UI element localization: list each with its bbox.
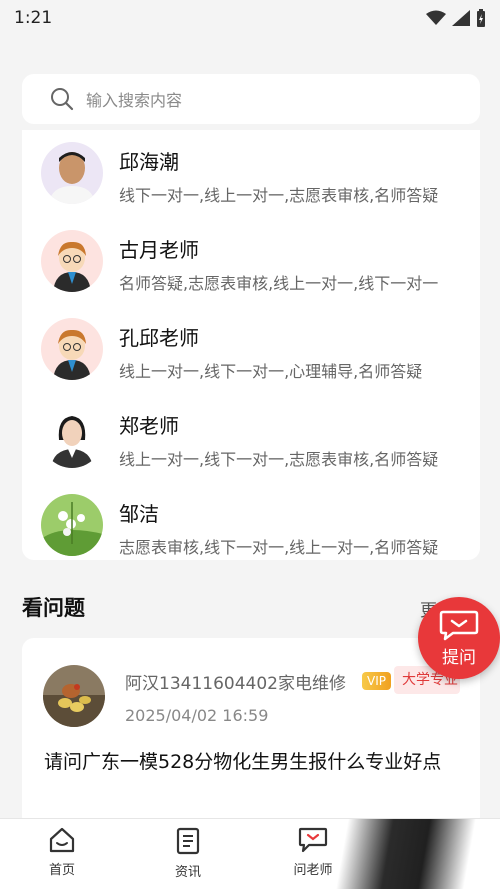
- question-username: 阿汉13411604402家电维修: [125, 674, 346, 694]
- teacher-avatar: [41, 494, 103, 556]
- wifi-icon: [426, 10, 446, 25]
- teacher-avatar: [41, 142, 103, 204]
- teacher-tags: 名师答疑,志愿表审核,线上一对一,线下一对一: [119, 274, 439, 293]
- search-placeholder: 输入搜索内容: [86, 91, 183, 110]
- vip-badge: VIP: [362, 672, 391, 690]
- teacher-item[interactable]: 邱海潮 线下一对一,线上一对一,志愿表审核,名师答疑: [22, 136, 480, 224]
- teacher-name: 孔邱老师: [119, 326, 199, 350]
- teacher-item[interactable]: 古月老师 名师答疑,志愿表审核,线上一对一,线下一对一: [22, 224, 480, 312]
- teacher-avatar: [41, 230, 103, 292]
- teacher-tags: 志愿表审核,线下一对一,线上一对一,名师答疑: [119, 538, 439, 557]
- teacher-tags: 线上一对一,线下一对一,心理辅导,名师答疑: [119, 362, 423, 381]
- nav-news[interactable]: 资讯: [143, 827, 233, 880]
- ask-label: 提问: [442, 647, 476, 668]
- status-icons: [426, 9, 486, 27]
- teacher-list: 邱海潮 线下一对一,线上一对一,志愿表审核,名师答疑 古月老师 名师答疑,志愿表…: [22, 130, 480, 560]
- nav-news-label: 资讯: [174, 865, 201, 880]
- search-icon: [51, 88, 74, 111]
- question-time: 2025/04/02 16:59: [125, 706, 269, 725]
- home-icon: [49, 827, 75, 853]
- teacher-name: 古月老师: [119, 238, 199, 262]
- news-icon: [176, 827, 200, 855]
- chat-icon: [298, 827, 328, 853]
- nav-ask-teacher[interactable]: 问老师: [268, 827, 358, 878]
- bottom-nav: 首页 资讯 问老师: [0, 818, 500, 889]
- teacher-avatar: [41, 406, 103, 468]
- teacher-name: 邱海潮: [119, 150, 179, 174]
- teacher-item[interactable]: 邹洁 志愿表审核,线下一对一,线上一对一,名师答疑: [22, 488, 480, 560]
- status-bar: 1:21: [0, 0, 500, 36]
- question-card[interactable]: 阿汉13411604402家电维修 VIP 大学专业 2025/04/02 16…: [22, 638, 480, 828]
- ask-question-button[interactable]: 提问: [418, 597, 500, 679]
- chat-bubble-icon: [439, 610, 479, 640]
- question-text: 请问广东一模528分物化生男生报什么专业好点: [44, 751, 442, 773]
- user-avatar: [43, 665, 105, 727]
- teacher-item[interactable]: 孔邱老师 线上一对一,线下一对一,心理辅导,名师答疑: [22, 312, 480, 400]
- status-time: 1:21: [14, 8, 53, 28]
- battery-icon: [477, 9, 485, 27]
- nav-ask-teacher-label: 问老师: [293, 863, 333, 878]
- teacher-name: 邹洁: [119, 502, 159, 526]
- search-input[interactable]: 输入搜索内容: [22, 74, 480, 124]
- nav-home-label: 首页: [48, 863, 75, 878]
- teacher-name: 郑老师: [119, 414, 179, 438]
- section-title: 看问题: [22, 596, 85, 620]
- teacher-tags: 线下一对一,线上一对一,志愿表审核,名师答疑: [119, 186, 439, 205]
- signal-icon: [452, 10, 470, 26]
- nav-home[interactable]: 首页: [17, 827, 107, 878]
- teacher-item[interactable]: 郑老师 线上一对一,线下一对一,志愿表审核,名师答疑: [22, 400, 480, 488]
- teacher-avatar: [41, 318, 103, 380]
- teacher-tags: 线上一对一,线下一对一,志愿表审核,名师答疑: [119, 450, 439, 469]
